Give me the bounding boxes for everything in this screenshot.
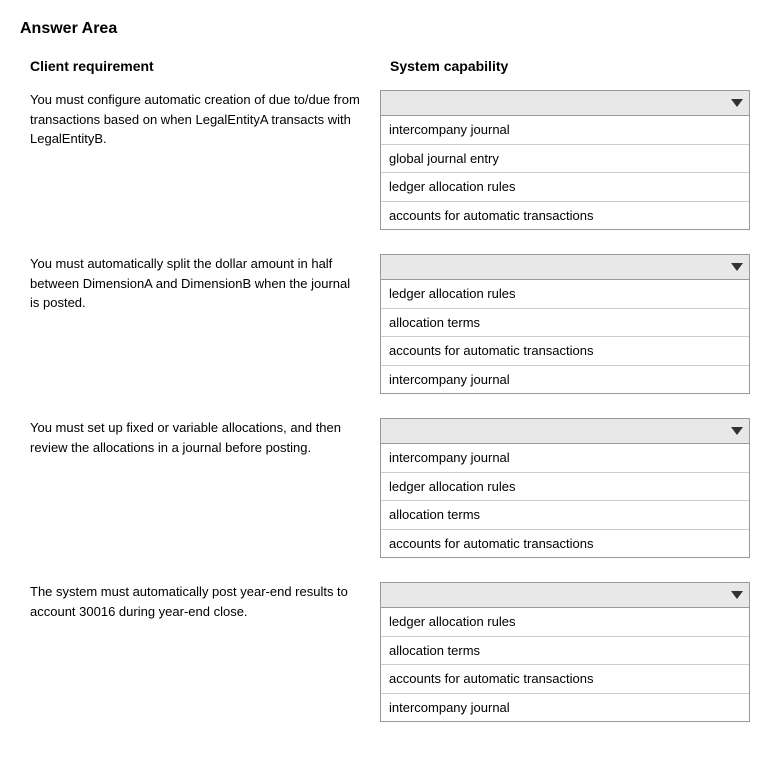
list-item[interactable]: accounts for automatic transactions [381,530,749,558]
dropdown-header-3[interactable] [380,418,750,444]
dropdown-2: ledger allocation rules allocation terms… [380,254,750,394]
dropdown-4: ledger allocation rules allocation terms… [380,582,750,722]
dropdown-list-3: intercompany journal ledger allocation r… [380,444,750,558]
qa-row-2: You must automatically split the dollar … [20,254,750,394]
requirement-text-1: You must configure automatic creation of… [20,90,380,149]
dropdown-list-4: ledger allocation rules allocation terms… [380,608,750,722]
list-item[interactable]: ledger allocation rules [381,608,749,637]
dropdown-header-4[interactable] [380,582,750,608]
dropdown-list-2: ledger allocation rules allocation terms… [380,280,750,394]
qa-row-1: You must configure automatic creation of… [20,90,750,230]
list-item[interactable]: accounts for automatic transactions [381,665,749,694]
dropdown-arrow-1 [731,99,743,107]
list-item[interactable]: accounts for automatic transactions [381,202,749,230]
list-item[interactable]: allocation terms [381,637,749,666]
answer-area: Client requirement System capability You… [20,58,750,722]
requirement-header: Client requirement [20,58,380,74]
dropdown-header-2[interactable] [380,254,750,280]
dropdown-1: intercompany journal global journal entr… [380,90,750,230]
dropdown-header-1[interactable] [380,90,750,116]
dropdown-arrow-4 [731,591,743,599]
list-item[interactable]: accounts for automatic transactions [381,337,749,366]
qa-row-3: You must set up fixed or variable alloca… [20,418,750,558]
requirement-text-2: You must automatically split the dollar … [20,254,380,313]
dropdown-arrow-3 [731,427,743,435]
requirement-text-3: You must set up fixed or variable alloca… [20,418,380,457]
list-item[interactable]: ledger allocation rules [381,173,749,202]
list-item[interactable]: allocation terms [381,309,749,338]
page-title: Answer Area [20,20,750,38]
list-item[interactable]: intercompany journal [381,444,749,473]
dropdown-3: intercompany journal ledger allocation r… [380,418,750,558]
list-item[interactable]: ledger allocation rules [381,473,749,502]
requirement-text-4: The system must automatically post year-… [20,582,380,621]
column-headers: Client requirement System capability [20,58,750,74]
list-item[interactable]: allocation terms [381,501,749,530]
list-item[interactable]: intercompany journal [381,366,749,394]
capability-header: System capability [380,58,750,74]
dropdown-list-1: intercompany journal global journal entr… [380,116,750,230]
dropdown-arrow-2 [731,263,743,271]
qa-row-4: The system must automatically post year-… [20,582,750,722]
list-item[interactable]: intercompany journal [381,116,749,145]
list-item[interactable]: global journal entry [381,145,749,174]
list-item[interactable]: ledger allocation rules [381,280,749,309]
